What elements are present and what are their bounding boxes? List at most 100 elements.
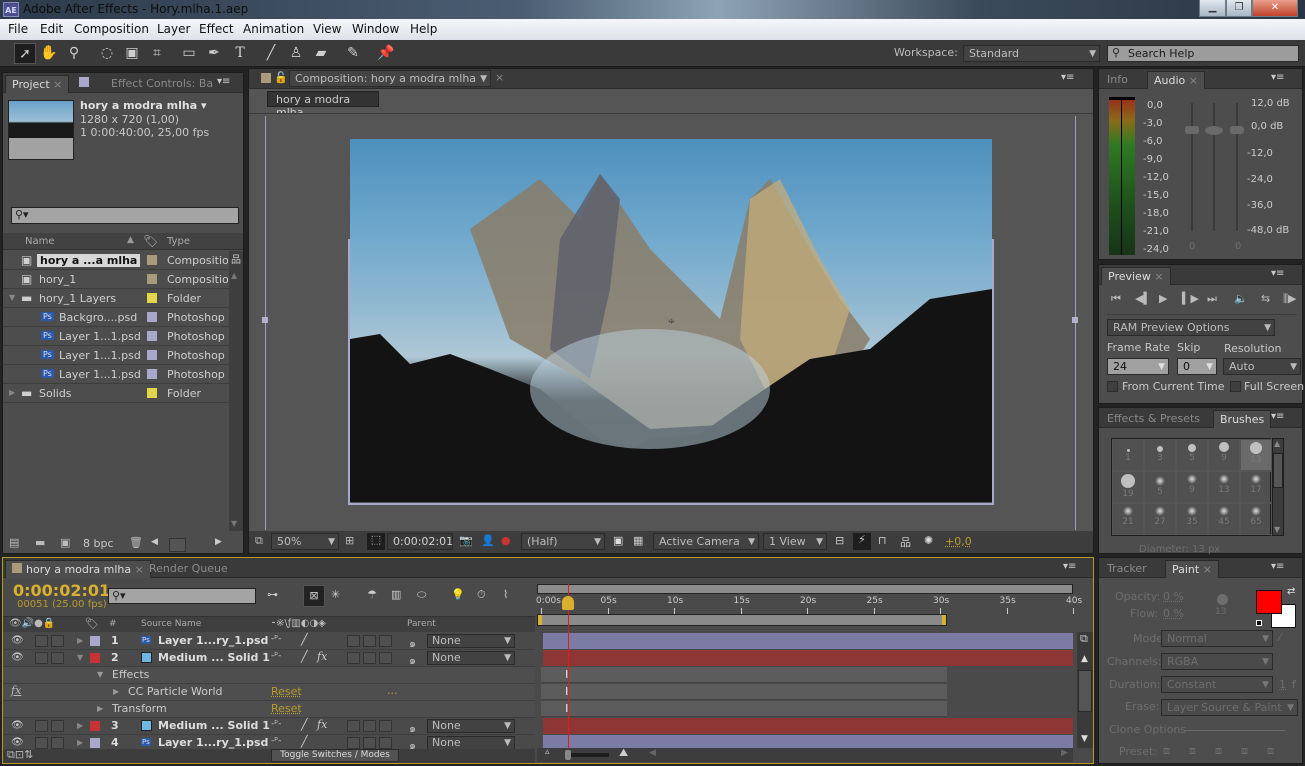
layer-name[interactable]: Layer 1...ry_1.psd [158,634,268,647]
visibility-eye-icon[interactable]: 👁 [11,720,24,731]
work-area-bar[interactable] [537,614,947,626]
zoom-tool-icon[interactable]: ⚲ [63,43,85,64]
effect-switch-icon[interactable]: fx [317,718,327,731]
quality-switch-icon[interactable]: ╱ [301,735,308,748]
visibility-eye-icon[interactable]: 👁 [11,635,24,646]
channels-icon[interactable]: ● [501,534,511,547]
tab-info[interactable]: Info [1101,71,1134,89]
from-current-time-checkbox[interactable] [1107,381,1118,392]
label-color-swatch[interactable] [147,255,157,265]
safe-zones-icon[interactable]: ⊞ [345,534,354,547]
switch-box[interactable] [379,635,392,647]
hand-tool-icon[interactable]: ✋ [38,43,60,64]
loop-icon[interactable]: ⇆ [1261,292,1270,305]
hide-shy-layers-icon[interactable]: ☂ [367,588,377,601]
type-tool-icon[interactable]: T [229,43,251,64]
expand-arrow-icon[interactable]: ▶ [77,738,83,747]
project-item[interactable]: Ps Layer 1...1.psd Photoshop [3,365,229,384]
panel-menu-icon[interactable]: ▾≡ [217,76,230,87]
ram-preview-options-dropdown[interactable]: RAM Preview Options ▼ [1107,319,1275,336]
switch-box[interactable] [51,635,64,647]
breadcrumb[interactable]: hory a modra mlha [267,91,379,119]
switch-box[interactable] [51,737,64,749]
visibility-eye-icon[interactable]: 👁 [11,737,24,748]
timeline-vertical-scrollbar[interactable]: ⧉ ▲ ▼ [1077,632,1093,748]
close-tab-icon[interactable]: × [495,71,504,84]
quality-switch-icon[interactable]: ╱ [301,650,308,663]
frame-rate-dropdown[interactable]: 24 ▼ [1107,358,1169,375]
swap-colors-icon[interactable]: ⇄ [1287,586,1295,597]
collapse-arrow-icon[interactable]: ▼ [77,653,83,662]
parent-dropdown[interactable]: None ▼ [427,719,515,733]
project-item[interactable]: Ps Backgro....psd Photoshop [3,308,229,327]
project-search-input[interactable]: ⚲▾ [11,207,239,224]
effect-fx-icon[interactable]: fx [11,684,21,697]
column-type[interactable]: Type [167,236,190,247]
comp-button-icon[interactable]: ⧉ [1080,632,1088,646]
restore-button[interactable]: ❐ [1226,0,1252,17]
pixel-aspect-icon[interactable]: ⊟ [835,534,844,547]
effects-group[interactable]: ▼ Effects [3,667,535,684]
workspace-dropdown[interactable]: Standard ▼ [963,45,1100,62]
menu-file[interactable]: File [8,22,28,36]
duration-frames[interactable]: 1 [1279,678,1286,691]
label-color-swatch[interactable] [147,350,157,360]
transparency-grid-icon[interactable]: ▦ [633,534,643,547]
switch-box[interactable] [379,652,392,664]
expand-arrow-icon[interactable]: ▶ [77,636,83,645]
layer-label-color[interactable] [90,653,100,663]
label-color-swatch[interactable] [147,274,157,284]
tab-paint[interactable]: Paint × [1165,560,1219,578]
menu-edit[interactable]: Edit [40,22,63,36]
foreground-color-swatch[interactable] [1256,590,1282,614]
view-layout-dropdown[interactable]: 1 View ▼ [763,533,827,550]
effect-switch-icon[interactable]: fx [317,650,327,663]
menu-composition[interactable]: Composition [74,22,149,36]
scroll-right-icon[interactable]: ▶ [1061,748,1068,758]
new-composition-icon[interactable]: ▣ [60,536,70,549]
label-color-swatch[interactable] [147,388,157,398]
interpret-footage-icon[interactable]: ▤ [9,536,19,549]
tab-render-queue[interactable]: Render Queue [143,560,234,578]
master-slider[interactable] [1213,103,1215,231]
switch-box[interactable] [347,652,360,664]
expand-layer-switches-icon[interactable]: ⧉⊡⇅ [7,748,33,762]
layer-duration-bar[interactable] [543,633,1073,649]
scroll-down-icon[interactable]: ▼ [1081,734,1088,744]
close-button[interactable]: ✕ [1252,0,1298,17]
comp-mini-flowchart-icon[interactable]: ⊶ [267,588,278,601]
menu-help[interactable]: Help [410,22,437,36]
duration-dropdown[interactable]: Constant ▼ [1161,676,1273,693]
parent-dropdown[interactable]: None ▼ [427,651,515,665]
magnification-dropdown[interactable]: 50% ▼ [271,533,339,550]
brush-tip[interactable]: 1 [1112,439,1144,471]
switch-box[interactable] [379,737,392,749]
layer-row[interactable]: 👁 ▼ 2 Medium ... Solid 1 -ᵖ- ╱ fx ๑ None ▼ [3,650,535,667]
switch-box[interactable] [363,652,376,664]
time-zoom-handle[interactable] [565,750,571,760]
flow-value[interactable]: 0 % [1163,607,1184,620]
menu-animation[interactable]: Animation [243,22,304,36]
play-icon[interactable]: ▶ [1159,292,1167,305]
erase-dropdown[interactable]: Layer Source & Paint ▼ [1161,699,1298,716]
menu-effect[interactable]: Effect [199,22,234,36]
brush-tip[interactable]: 19 [1112,471,1144,503]
switch-box[interactable] [363,720,376,732]
panel-menu-icon[interactable]: ▾≡ [1271,268,1284,279]
left-slider-value[interactable]: 0 [1189,241,1195,252]
pan-behind-tool-icon[interactable]: ⌗ [146,43,168,64]
brush-tip[interactable]: 21 [1112,503,1144,535]
right-channel-slider[interactable] [1236,103,1238,231]
draft-3d-icon[interactable]: ✳ [331,588,340,601]
collapse-arrow-icon[interactable]: ▼ [97,670,103,679]
panel-menu-icon[interactable]: ▾≡ [1061,72,1074,83]
opacity-value[interactable]: 0 % [1163,590,1184,603]
shy-switch-icon[interactable]: -ᵖ- [271,719,281,729]
live-update-icon[interactable]: ⊠ [303,585,325,607]
shy-switch-icon[interactable]: -ᵖ- [271,651,281,661]
switch-box[interactable] [35,652,48,664]
first-frame-icon[interactable]: ⏮ [1111,292,1121,306]
project-item[interactable]: ▣ hory a ...a mlha Compositio [3,251,229,270]
switch-box[interactable] [35,720,48,732]
brush-tip[interactable]: 9 [1208,439,1240,471]
